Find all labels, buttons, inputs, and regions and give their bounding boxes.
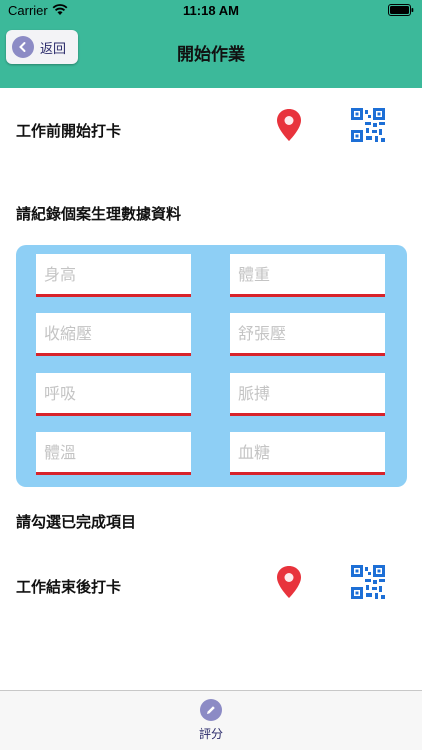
tab-rating[interactable]: 評分	[181, 699, 241, 742]
weight-input[interactable]	[230, 254, 385, 294]
pulse-input[interactable]	[230, 373, 385, 413]
location-pin-icon[interactable]	[276, 108, 302, 142]
status-time: 11:18 AM	[183, 3, 239, 18]
weight-field[interactable]	[230, 254, 385, 297]
battery-icon	[388, 4, 414, 16]
height-field[interactable]	[36, 254, 191, 297]
diastolic-field[interactable]	[230, 313, 385, 356]
tab-rating-label: 評分	[198, 727, 223, 741]
check-in-label: 工作前開始打卡	[16, 122, 122, 140]
check-out-label: 工作結束後打卡	[16, 578, 122, 596]
pencil-icon	[200, 699, 222, 721]
vitals-panel	[16, 245, 407, 487]
pulse-field[interactable]	[230, 373, 385, 416]
temperature-field[interactable]	[36, 432, 191, 475]
respiration-input[interactable]	[36, 373, 191, 413]
qr-code-icon[interactable]	[351, 108, 385, 142]
status-bar: Carrier 11:18 AM	[0, 0, 422, 22]
height-input[interactable]	[36, 254, 191, 294]
blood-sugar-field[interactable]	[230, 432, 385, 475]
blood-sugar-input[interactable]	[230, 432, 385, 472]
qr-code-icon[interactable]	[351, 565, 385, 599]
location-pin-icon[interactable]	[276, 565, 302, 599]
completed-items-title: 請勾選已完成項目	[16, 513, 137, 531]
nav-header: Carrier 11:18 AM 返回 開始作業	[0, 0, 422, 88]
systolic-field[interactable]	[36, 313, 191, 356]
tab-bar: 評分	[0, 690, 422, 750]
temperature-input[interactable]	[36, 432, 191, 472]
diastolic-input[interactable]	[230, 313, 385, 353]
page-title: 開始作業	[177, 45, 245, 65]
vitals-section-title: 請紀錄個案生理數據資料	[16, 205, 182, 223]
respiration-field[interactable]	[36, 373, 191, 416]
systolic-input[interactable]	[36, 313, 191, 353]
